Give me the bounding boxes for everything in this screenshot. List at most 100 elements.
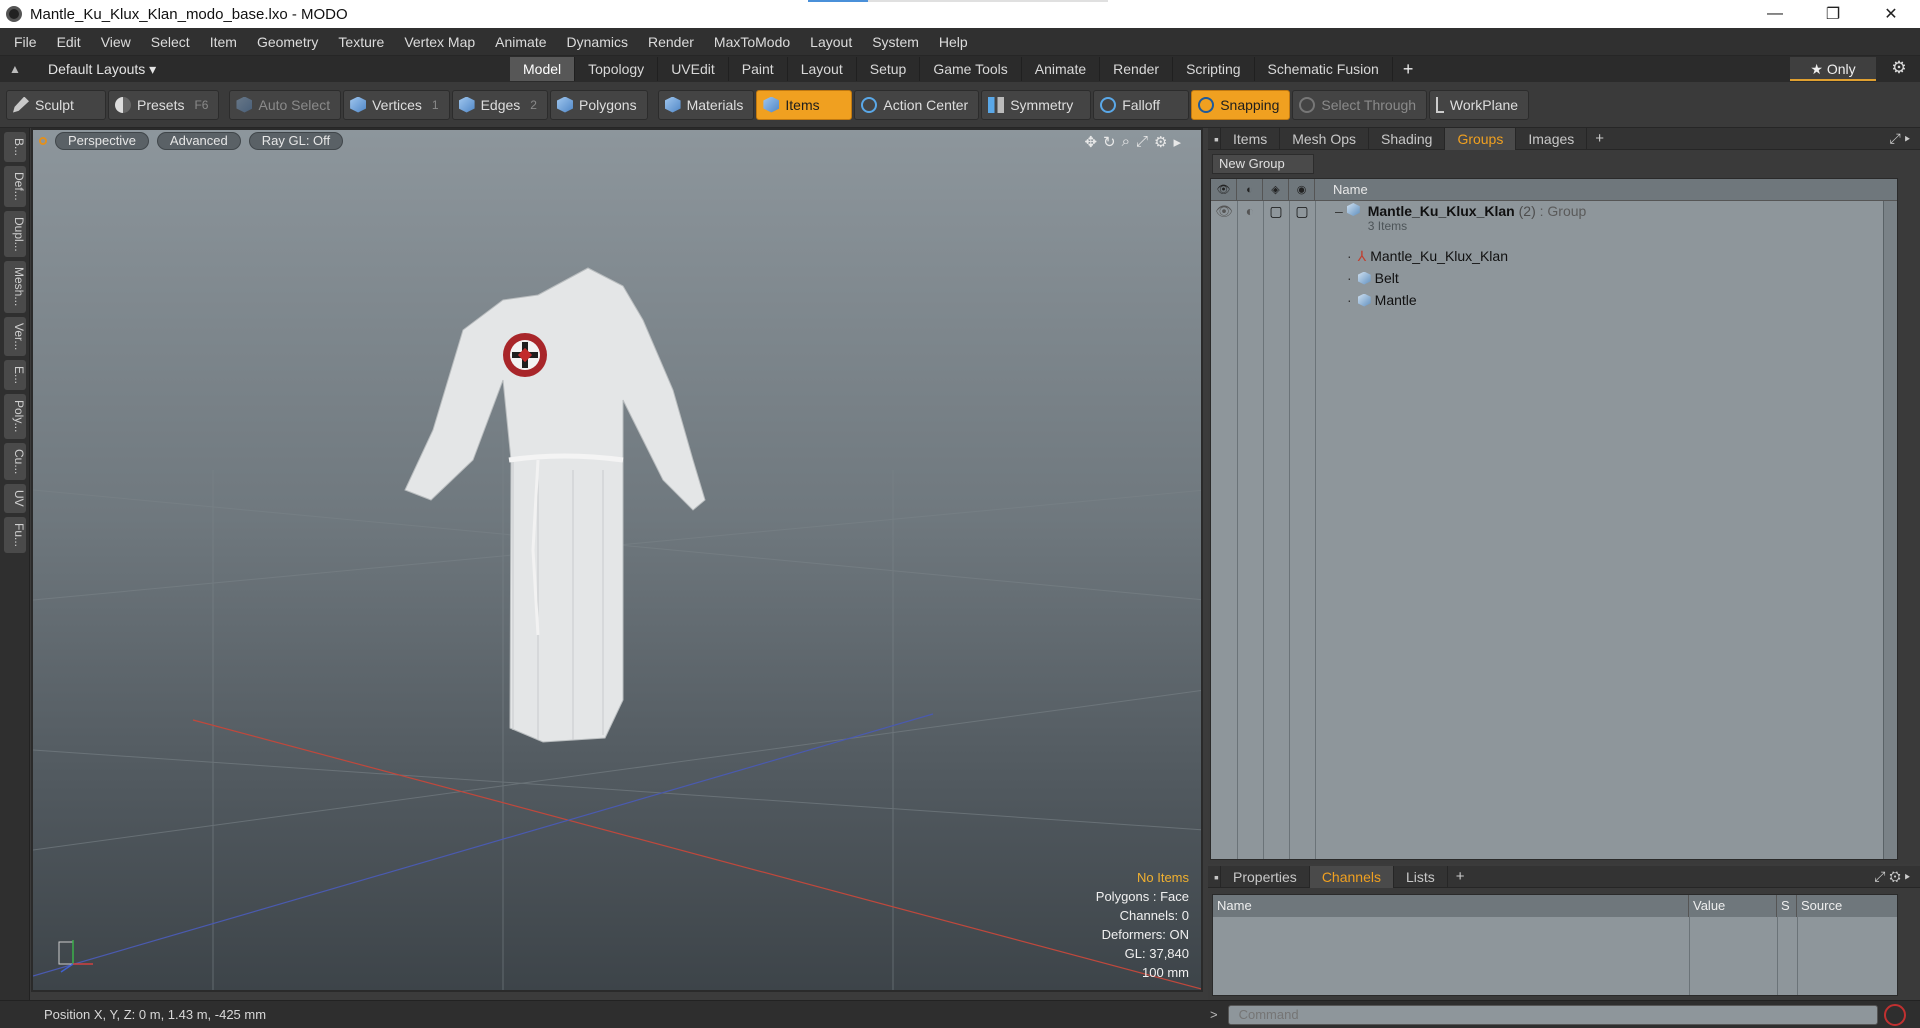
tab-channels[interactable]: Channels [1309,865,1394,888]
fit-icon[interactable]: ⤢ [1136,133,1148,151]
viewport-settings-icon[interactable]: ⚙ [1154,133,1167,151]
sculpt-button[interactable]: Sculpt [6,89,106,120]
add-panel-tab-button[interactable]: + [1448,868,1473,885]
left-tab-fusion[interactable]: Fu... [4,516,26,553]
view-type-button[interactable]: Perspective [55,132,149,150]
command-arrow-icon[interactable]: > [1210,1007,1218,1022]
select-column-icon[interactable]: ◉ [1289,179,1315,200]
gear-icon[interactable]: ⚙ [1886,58,1912,80]
items-button[interactable]: Items [756,89,853,120]
channel-s-column[interactable]: S [1777,895,1797,917]
viewport-menu-icon[interactable]: ▸ [1173,133,1181,151]
tab-topology[interactable]: Topology [575,57,659,81]
tab-mesh-ops[interactable]: Mesh Ops [1280,127,1370,150]
menu-texture[interactable]: Texture [328,34,394,50]
falloff-button[interactable]: Falloff [1093,89,1190,120]
symmetry-button[interactable]: Symmetry [981,89,1092,120]
tree-item-mantle[interactable]: · Mantle [1211,289,1881,311]
auto-select-button[interactable]: Auto Select [229,89,342,120]
tab-groups[interactable]: Groups [1445,127,1517,150]
left-tab-duplicate[interactable]: Dupl... [4,210,26,258]
rotate-icon[interactable]: ↻ [1103,133,1116,151]
menu-system[interactable]: System [862,34,929,50]
menu-vertex-map[interactable]: Vertex Map [394,34,485,50]
menu-layout[interactable]: Layout [800,34,862,50]
tab-schematic-fusion[interactable]: Schematic Fusion [1255,57,1393,81]
only-toggle-button[interactable]: ★ Only [1790,57,1876,81]
left-tab-curve[interactable]: Cu... [4,442,26,480]
tab-scripting[interactable]: Scripting [1173,57,1255,81]
snapping-button[interactable]: Snapping [1191,89,1291,120]
menu-render[interactable]: Render [638,34,704,50]
select-toggle-icon[interactable]: ▢ [1289,203,1315,220]
collapse-icon[interactable]: – [1335,203,1343,219]
pan-icon[interactable]: ✥ [1084,133,1097,151]
expand-panel-icon[interactable]: ⤢ ⚙ ▸ [1874,868,1920,885]
tab-shading[interactable]: Shading [1369,127,1446,150]
tab-model[interactable]: Model [510,57,576,81]
menu-edit[interactable]: Edit [47,34,91,50]
tab-images[interactable]: Images [1516,127,1588,150]
lock-toggle-icon[interactable]: ▢ [1263,203,1289,220]
default-layouts-dropdown[interactable]: Default Layouts ▾ [30,61,156,78]
menu-dynamics[interactable]: Dynamics [557,34,638,50]
expand-panel-icon[interactable]: ⤢ ▸ [1890,130,1920,147]
tab-setup[interactable]: Setup [857,57,921,81]
tree-item-locator[interactable]: · ⅄ Mantle_Ku_Klux_Klan [1211,245,1881,267]
edges-button[interactable]: Edges 2 [451,89,548,120]
left-tab-mesh[interactable]: Mesh... [4,261,26,313]
menu-view[interactable]: View [91,34,141,50]
left-tab-edge[interactable]: E... [4,360,26,391]
group-row[interactable]: 👁 ◐ ▢ ▢ – Mantle_Ku_Klux_Klan (2) : Grou… [1211,203,1881,243]
tab-lists[interactable]: Lists [1394,865,1448,888]
menu-animate[interactable]: Animate [485,34,556,50]
channel-source-column[interactable]: Source [1797,895,1897,917]
select-through-button[interactable]: Select Through [1292,89,1428,120]
polygons-button[interactable]: Polygons [549,89,648,120]
tab-game-tools[interactable]: Game Tools [920,57,1022,81]
tab-paint[interactable]: Paint [729,57,788,81]
add-tab-button[interactable]: + [1393,59,1424,80]
channel-value-column[interactable]: Value [1689,895,1777,917]
menu-help[interactable]: Help [929,34,978,50]
panel-menu-icon[interactable]: ▪ [1208,865,1221,888]
vertices-button[interactable]: Vertices 1 [343,89,450,120]
visibility-column-icon[interactable]: 👁 [1211,179,1237,200]
left-tab-basic[interactable]: B... [4,132,26,163]
menu-select[interactable]: Select [141,34,200,50]
3d-viewport[interactable]: Perspective Advanced Ray GL: Off ✥ ↻ ⌕ ⤢… [31,128,1203,992]
tab-layout[interactable]: Layout [788,57,857,81]
eye-icon[interactable]: 👁 [1211,203,1237,220]
channel-name-column[interactable]: Name [1213,895,1689,917]
left-tab-polygon[interactable]: Poly... [4,394,26,439]
left-tab-vertex[interactable]: Ver... [4,316,26,357]
left-tab-deform[interactable]: Def... [4,166,26,207]
tab-render[interactable]: Render [1100,57,1174,81]
add-panel-tab-button[interactable]: + [1587,130,1612,147]
action-center-button[interactable]: Action Center [854,89,980,120]
presets-button[interactable]: Presets F6 [108,89,220,120]
zoom-icon[interactable]: ⌕ [1122,133,1130,151]
render-column-icon[interactable]: ◐ [1237,179,1263,200]
render-toggle-icon[interactable]: ◐ [1237,203,1263,219]
tab-animate[interactable]: Animate [1022,57,1101,81]
tab-properties[interactable]: Properties [1221,865,1310,888]
left-tab-uv[interactable]: UV [4,483,26,513]
restore-button[interactable]: ❐ [1804,0,1862,28]
tree-item-belt[interactable]: · Belt [1211,267,1881,289]
shading-mode-button[interactable]: Advanced [156,132,241,150]
collapse-up-icon[interactable]: ▲ [0,62,30,76]
command-input[interactable] [1227,1004,1878,1025]
menu-file[interactable]: File [4,34,47,50]
record-macro-icon[interactable] [1883,1003,1906,1026]
lock-column-icon[interactable]: ◈ [1263,179,1289,200]
materials-button[interactable]: Materials [657,89,755,120]
raygl-button[interactable]: Ray GL: Off [248,132,344,150]
menu-geometry[interactable]: Geometry [247,34,328,50]
tab-items[interactable]: Items [1221,127,1281,150]
tab-uvedit[interactable]: UVEdit [658,57,729,81]
groups-scrollbar[interactable] [1883,201,1897,859]
panel-menu-icon[interactable]: ▪ [1208,127,1221,150]
menu-maxtomodo[interactable]: MaxToModo [704,34,800,50]
menu-item[interactable]: Item [200,34,247,50]
